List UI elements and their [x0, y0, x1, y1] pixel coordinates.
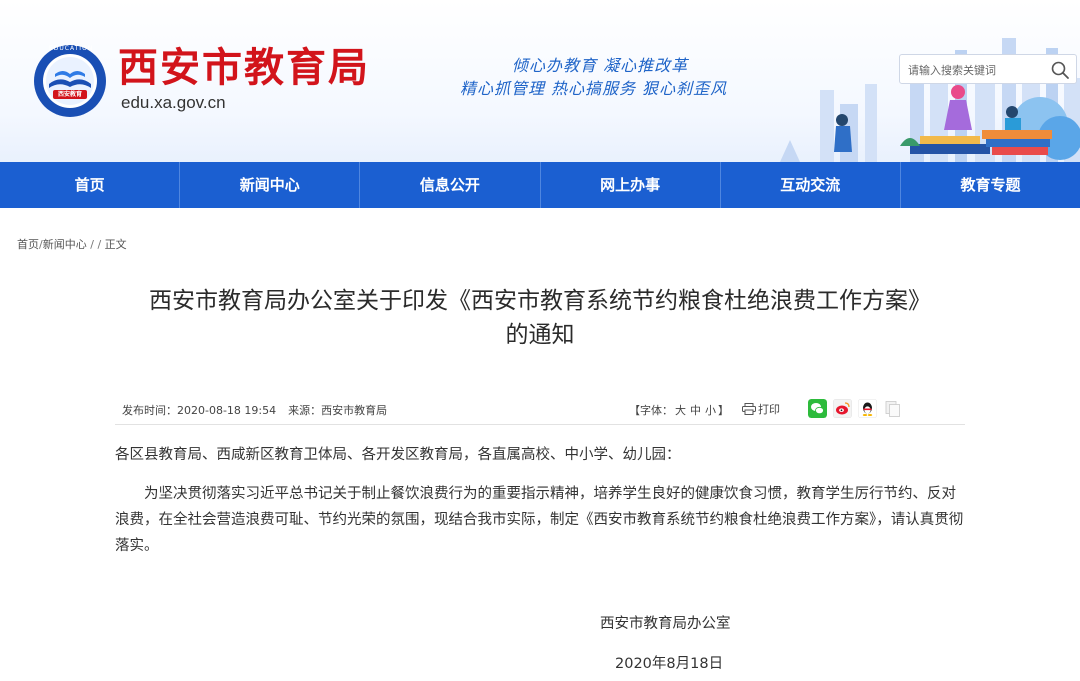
font-size-large[interactable]: 大	[675, 404, 686, 417]
site-domain: edu.xa.gov.cn	[121, 93, 226, 112]
print-label: 打印	[758, 403, 780, 416]
source-label: 来源：	[288, 404, 322, 417]
published-time: 2020-08-18 19:54	[177, 404, 277, 417]
article-title-line-2: 的通知	[505, 322, 575, 348]
header-illustration	[780, 38, 1080, 162]
article-title-line-1: 西安市教育局办公室关于印发《西安市教育系统节约粮食杜绝浪费工作方案》	[149, 288, 931, 314]
article-title: 西安市教育局办公室关于印发《西安市教育系统节约粮食杜绝浪费工作方案》 的通知	[90, 284, 990, 352]
share-bar	[808, 399, 902, 418]
source-value: 西安市教育局	[321, 404, 388, 417]
font-size-suffix: 】	[718, 404, 729, 417]
breadcrumb-current: 正文	[104, 238, 127, 251]
article-salutation: 各区县教育局、西咸新区教育卫体局、各开发区教育局，各直属高校、中小学、幼儿园：	[115, 447, 681, 463]
article-meta: 发布时间：2020-08-18 19:54 来源：西安市教育局	[122, 402, 387, 418]
breadcrumb-section-link[interactable]: 新闻中心	[43, 238, 87, 251]
main-nav: 首页 新闻中心 信息公开 网上办事 互动交流 教育专题	[0, 162, 1080, 208]
printer-icon	[742, 403, 756, 415]
signature-organization: 西安市教育局办公室	[600, 616, 731, 632]
font-size-prefix: 【字体：	[629, 404, 673, 417]
font-size-medium[interactable]: 中	[690, 404, 701, 417]
slogan-line-2: 精心抓管理 热心搞服务 狠心刹歪风	[460, 79, 728, 98]
site-name[interactable]: 西安市教育局	[118, 44, 370, 92]
nav-item-info-disclosure[interactable]: 信息公开	[360, 162, 541, 208]
breadcrumb: 首页/新闻中心 / / 正文	[17, 236, 127, 252]
font-size-control: 【字体：大中小】	[629, 402, 729, 418]
copy-icon[interactable]	[883, 399, 902, 418]
weibo-icon[interactable]	[833, 399, 852, 418]
print-button[interactable]: 打印	[742, 401, 780, 417]
nav-item-education-topics[interactable]: 教育专题	[901, 162, 1080, 208]
search-input[interactable]	[908, 59, 1048, 81]
signature-date: 2020年8月18日	[615, 656, 724, 672]
search-icon[interactable]	[1050, 60, 1070, 80]
logo-text: 西安教育	[57, 91, 82, 98]
nav-item-interaction[interactable]: 互动交流	[721, 162, 901, 208]
search-box	[899, 54, 1077, 84]
breadcrumb-home-link[interactable]: 首页	[17, 238, 39, 251]
article-body-paragraph: 为坚决贯彻落实习近平总书记关于制止餐饮浪费行为的重要指示精神，培养学生良好的健康…	[115, 486, 964, 554]
breadcrumb-separator: /	[90, 238, 94, 251]
qq-icon[interactable]	[858, 399, 877, 418]
font-size-small[interactable]: 小	[705, 404, 716, 417]
slogan-line-1: 倾心办教育 凝心推改革	[512, 56, 689, 75]
published-label: 发布时间：	[122, 404, 177, 417]
breadcrumb-separator: /	[97, 238, 102, 251]
wechat-icon[interactable]	[808, 399, 827, 418]
nav-item-news-center[interactable]: 新闻中心	[180, 162, 361, 208]
site-header: 西安教育 EDUCATION 西安市教育局 edu.xa.gov.cn 倾心办教…	[0, 0, 1080, 162]
logo-arc-text: EDUCATION	[49, 45, 94, 52]
nav-item-online-services[interactable]: 网上办事	[541, 162, 721, 208]
nav-item-home[interactable]: 首页	[0, 162, 181, 208]
education-emblem-logo[interactable]	[33, 44, 107, 118]
meta-divider	[115, 424, 965, 425]
